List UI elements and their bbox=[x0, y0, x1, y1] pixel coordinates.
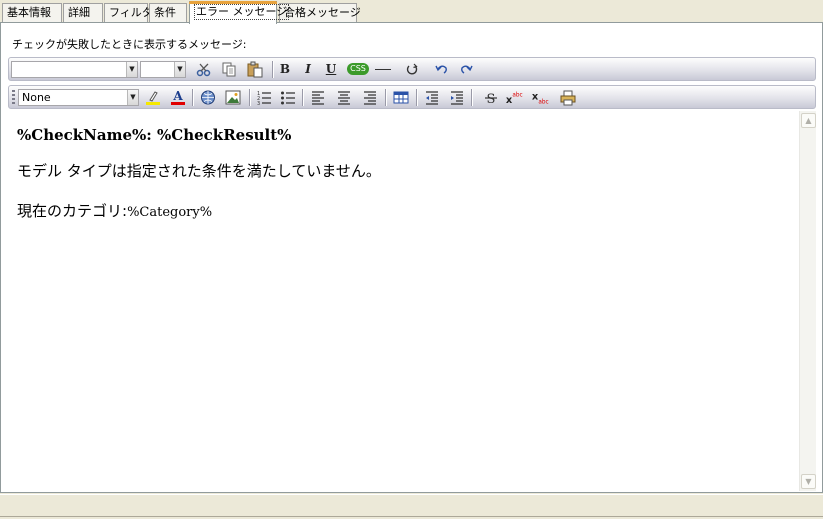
toolbar-separator bbox=[302, 89, 303, 106]
chevron-down-icon[interactable]: ▼ bbox=[126, 62, 137, 77]
toolbar-separator bbox=[249, 89, 250, 106]
error-message-panel: チェックが失敗したときに表示するメッセージ: ▼ ▼ B I U CSS Non… bbox=[0, 22, 823, 493]
chevron-down-icon[interactable]: ▼ bbox=[127, 90, 138, 105]
tab-label: フィルタ bbox=[109, 6, 153, 19]
highlight-color-icon[interactable] bbox=[144, 89, 162, 106]
scroll-up-icon[interactable]: ▲ bbox=[801, 113, 816, 128]
toolbar-separator bbox=[272, 61, 273, 78]
align-right-icon[interactable] bbox=[361, 89, 379, 106]
superscript-icon[interactable]: x abc bbox=[505, 89, 527, 106]
ordered-list-icon[interactable]: 123 bbox=[255, 89, 273, 106]
table-icon[interactable] bbox=[392, 89, 410, 106]
status-bar bbox=[0, 494, 823, 519]
toolbar-separator bbox=[385, 89, 386, 106]
editor-line-category: 現在のカテゴリ:%Category% bbox=[17, 200, 787, 221]
css-button[interactable]: CSS bbox=[347, 63, 369, 75]
category-variable: %Category% bbox=[127, 205, 213, 220]
font-color-icon[interactable]: A bbox=[169, 89, 187, 106]
toolbar-grip[interactable] bbox=[12, 90, 15, 105]
bold-button[interactable]: B bbox=[275, 61, 295, 78]
strikethrough-icon[interactable]: S bbox=[482, 89, 500, 106]
copy-icon[interactable] bbox=[220, 61, 238, 78]
tab-label: 条件 bbox=[154, 6, 176, 19]
tab-filter[interactable]: フィルタ bbox=[104, 3, 153, 23]
chevron-down-icon[interactable]: ▼ bbox=[174, 62, 185, 77]
vertical-scrollbar[interactable]: ▲ ▼ bbox=[799, 111, 816, 491]
svg-text:abc: abc bbox=[538, 100, 548, 106]
tab-label: 基本情報 bbox=[7, 6, 51, 19]
tab-label: 合格メッセージ bbox=[284, 6, 361, 19]
tab-error-message[interactable]: エラー メッセージ bbox=[189, 1, 290, 24]
formatting-toolbar-top: ▼ ▼ B I U CSS bbox=[8, 57, 816, 81]
redo-icon[interactable] bbox=[457, 61, 475, 78]
toolbar-separator bbox=[416, 89, 417, 106]
formatting-toolbar-bottom: None ▼ A 123 S x abc x abc bbox=[8, 85, 816, 109]
align-left-icon[interactable] bbox=[309, 89, 327, 106]
tab-strip: 基本情報 詳細 フィルタ 条件 エラー メッセージ 合格メッセージ bbox=[0, 1, 823, 24]
font-family-select[interactable]: ▼ bbox=[11, 61, 138, 78]
scroll-down-icon[interactable]: ▼ bbox=[801, 474, 816, 489]
outdent-icon[interactable] bbox=[423, 89, 441, 106]
italic-button[interactable]: I bbox=[298, 61, 318, 78]
toolbar-separator bbox=[192, 89, 193, 106]
tab-pass-message[interactable]: 合格メッセージ bbox=[279, 3, 361, 23]
toolbar-separator bbox=[471, 89, 472, 106]
tab-label: エラー メッセージ bbox=[194, 4, 290, 20]
align-center-icon[interactable] bbox=[335, 89, 353, 106]
underline-button[interactable]: U bbox=[321, 61, 341, 78]
subscript-icon[interactable]: x abc bbox=[531, 89, 553, 106]
tab-conditions[interactable]: 条件 bbox=[149, 3, 187, 23]
paste-icon[interactable] bbox=[246, 61, 264, 78]
unordered-list-icon[interactable] bbox=[279, 89, 297, 106]
message-editor[interactable]: %CheckName%: %CheckResult% モデル タイプは指定された… bbox=[8, 111, 816, 491]
font-size-select[interactable]: ▼ bbox=[140, 61, 186, 78]
category-prefix: 現在のカテゴリ: bbox=[17, 202, 128, 220]
svg-text:S: S bbox=[487, 92, 496, 106]
indent-icon[interactable] bbox=[448, 89, 466, 106]
svg-text:3: 3 bbox=[257, 101, 260, 106]
print-icon[interactable] bbox=[559, 89, 577, 106]
tab-label: 詳細 bbox=[68, 6, 90, 19]
message-prompt-label: チェックが失敗したときに表示するメッセージ: bbox=[12, 38, 247, 51]
tab-details[interactable]: 詳細 bbox=[63, 3, 103, 23]
undo-icon[interactable] bbox=[433, 61, 451, 78]
svg-text:A: A bbox=[172, 89, 183, 103]
svg-text:abc: abc bbox=[512, 92, 522, 98]
editor-line-message: モデル タイプは指定された条件を満たしていません。 bbox=[17, 162, 381, 180]
hyperlink-icon[interactable] bbox=[199, 89, 217, 106]
paragraph-style-select[interactable]: None ▼ bbox=[18, 89, 139, 106]
editor-line-check-result: %CheckName%: %CheckResult% bbox=[17, 126, 292, 144]
cut-icon[interactable] bbox=[195, 61, 213, 78]
tab-basic-info[interactable]: 基本情報 bbox=[2, 3, 62, 23]
horizontal-rule-icon[interactable] bbox=[375, 69, 391, 70]
editor-content[interactable]: %CheckName%: %CheckResult% モデル タイプは指定された… bbox=[17, 126, 787, 221]
paragraph-style-value: None bbox=[22, 91, 51, 104]
image-icon[interactable] bbox=[224, 89, 242, 106]
refresh-icon[interactable] bbox=[403, 61, 421, 78]
